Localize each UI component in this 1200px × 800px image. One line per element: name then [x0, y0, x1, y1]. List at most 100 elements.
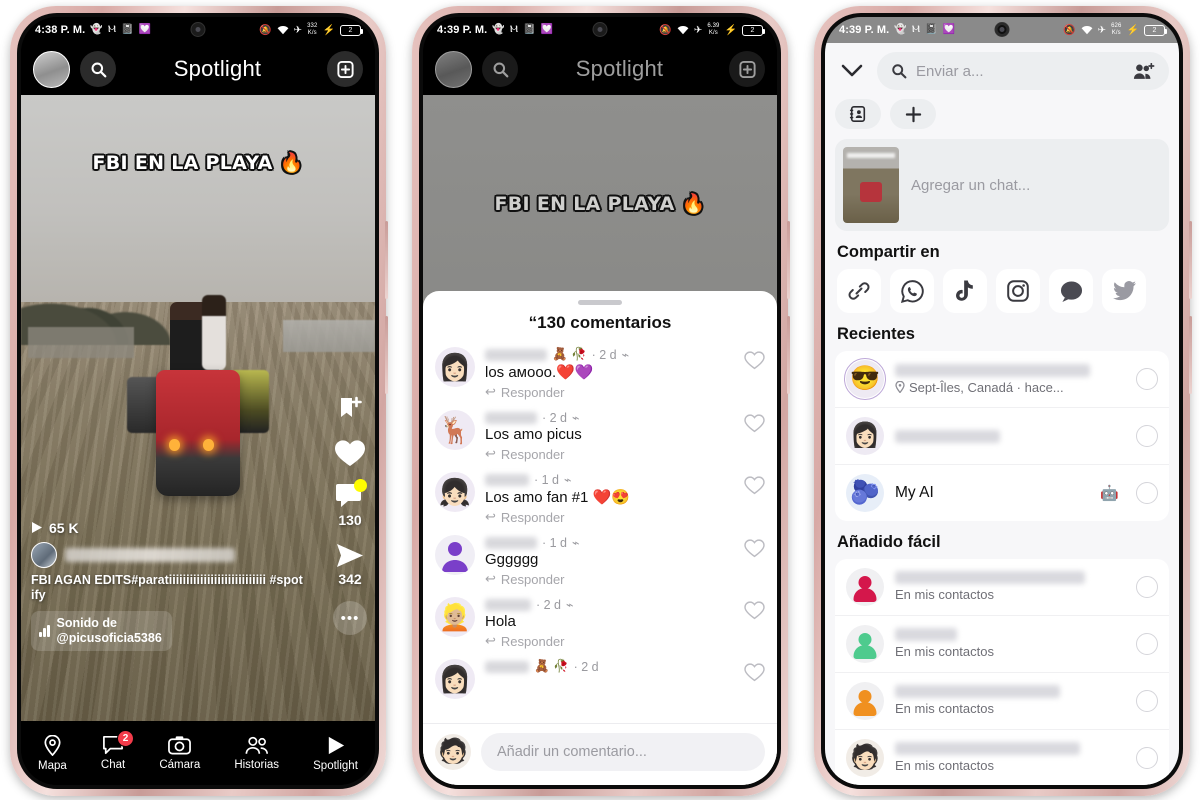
messages-icon[interactable]: [1049, 269, 1093, 313]
list-item[interactable]: 👩🏻 🧸 🥀 · 2 d: [435, 655, 765, 705]
phone2-header: Spotlight: [423, 43, 777, 95]
reply-button[interactable]: ↩ Responder: [485, 446, 734, 462]
spotlight-video[interactable]: FBI EN LA PLAYA 🔥 130 342 ••• 65 K FBI A…: [21, 95, 375, 721]
list-item[interactable]: 👩🏻 🧸 🥀 · 2 d ⌁ los aмooo.❤️💜 ↩ Responder: [435, 343, 765, 406]
avatar: 😎: [844, 358, 886, 400]
like-comment-button[interactable]: [744, 347, 765, 370]
comment-input[interactable]: Añadir un comentario...: [481, 733, 765, 771]
like-comment-button[interactable]: [744, 597, 765, 620]
reply-button[interactable]: ↩ Responder: [485, 633, 734, 649]
list-item[interactable]: 👩🏻: [835, 408, 1169, 465]
like-comment-button[interactable]: [744, 472, 765, 495]
like-button[interactable]: [334, 438, 366, 468]
friend-name-blurred: [895, 429, 1000, 443]
search-icon[interactable]: [80, 51, 116, 87]
sidebar-item-mapa[interactable]: Mapa: [38, 734, 67, 772]
twitter-icon[interactable]: [1102, 269, 1146, 313]
comments-list[interactable]: 👩🏻 🧸 🥀 · 2 d ⌁ los aмooo.❤️💜 ↩Responder: [423, 343, 777, 723]
select-checkbox[interactable]: [1136, 575, 1158, 598]
battery-indicator: 2: [1144, 24, 1167, 36]
contact-card-icon[interactable]: [835, 99, 881, 129]
search-icon[interactable]: [482, 51, 518, 87]
profile-avatar[interactable]: [435, 50, 472, 88]
tab-label: Cámara: [159, 759, 201, 771]
notes-icon: 📓: [523, 24, 536, 35]
sidebar-item-camara[interactable]: Cámara: [159, 735, 200, 771]
friend-status: En mis contactos: [895, 644, 994, 660]
comments-button[interactable]: 130: [335, 479, 367, 528]
chevron-down-icon[interactable]: [835, 64, 869, 78]
like-comment-button[interactable]: [744, 659, 765, 682]
reply-button[interactable]: ↩ Responder: [485, 384, 734, 400]
select-checkbox[interactable]: [1136, 425, 1158, 447]
copy-link-icon[interactable]: [837, 269, 881, 313]
like-comment-button[interactable]: [744, 535, 765, 558]
select-checkbox[interactable]: [1136, 632, 1158, 655]
sound-author: @picusoficia5386: [56, 631, 162, 645]
whatsapp-icon[interactable]: [890, 269, 934, 313]
sound-attribution[interactable]: Sonido de @picusoficia5386: [31, 611, 172, 651]
list-item[interactable]: 🧑🏻 En mis contactos: [835, 730, 1169, 785]
list-item[interactable]: 👧🏻 · 1 d ⌁ Los amo fan #1 ❤️😍 ↩ Responder: [435, 468, 765, 531]
like-comment-button[interactable]: [744, 410, 765, 433]
heart-app-icon: 💟: [942, 24, 956, 35]
reply-arrow-icon: ⌁: [572, 411, 580, 425]
sidebar-item-spotlight[interactable]: Spotlight: [313, 735, 358, 772]
airplane-mode-icon: ✈: [1097, 24, 1107, 36]
add-snap-icon[interactable]: [327, 51, 363, 87]
phone3-front-camera: [994, 22, 1010, 37]
wifi-icon: [677, 25, 689, 35]
reply-button[interactable]: ↩ Responder: [485, 509, 734, 525]
list-item[interactable]: · 1 d ⌁ Gggggg ↩ Responder: [435, 531, 765, 593]
select-checkbox[interactable]: [1136, 368, 1158, 390]
search-icon: [891, 63, 907, 79]
send-to-header: Enviar a...: [825, 43, 1179, 129]
friend-name: My AI: [895, 484, 934, 501]
snapchat-icon: 👻: [894, 24, 907, 35]
reply-button[interactable]: ↩ Responder: [485, 571, 734, 587]
people-icon: [245, 736, 269, 755]
select-checkbox[interactable]: [1136, 689, 1158, 712]
tab-label: Chat: [100, 759, 126, 771]
add-friends-icon[interactable]: [1133, 62, 1155, 80]
list-item[interactable]: 😎 Sept-Îles, Canadá · hace...: [835, 351, 1169, 408]
share-button[interactable]: 342: [334, 542, 366, 587]
list-item[interactable]: En mis contactos: [835, 559, 1169, 616]
phone3-volume-down-button[interactable]: [1189, 316, 1192, 394]
instagram-icon[interactable]: [996, 269, 1040, 313]
list-item[interactable]: 🦌 · 2 d ⌁ Los amo picus ↩ Responder: [435, 406, 765, 468]
search-input[interactable]: Enviar a...: [877, 52, 1169, 90]
video-author[interactable]: [31, 541, 305, 568]
select-checkbox[interactable]: [1136, 482, 1158, 504]
list-item[interactable]: 👱🏼 · 2 d ⌁ Hola ↩ Responder: [435, 593, 765, 655]
add-snap-icon[interactable]: [729, 51, 765, 87]
sheet-grabber[interactable]: [578, 300, 622, 305]
list-item-my-ai[interactable]: 🫐 My AI 🤖: [835, 465, 1169, 521]
add-chat-composer[interactable]: Agregar un chat...: [835, 139, 1169, 231]
wifi-icon: [277, 25, 289, 35]
phone1-volume-up-button[interactable]: [385, 221, 388, 299]
phone1-volume-down-button[interactable]: [385, 316, 388, 394]
phone2-volume-down-button[interactable]: [787, 316, 790, 394]
phone3-volume-up-button[interactable]: [1189, 221, 1192, 299]
charging-icon: ⚡: [724, 24, 737, 36]
camera-icon: [168, 735, 192, 755]
reply-arrow-icon: ↩: [485, 384, 496, 399]
audio-wave-icon: [39, 625, 50, 637]
commenter-name-blurred: [485, 660, 529, 673]
phone2-volume-up-button[interactable]: [787, 221, 790, 299]
avatar: 🦌: [435, 410, 475, 450]
list-item[interactable]: En mis contactos: [835, 616, 1169, 673]
mute-icon: 🔕: [259, 24, 272, 36]
sidebar-item-chat[interactable]: 2 Chat: [100, 730, 135, 771]
more-options-button[interactable]: •••: [333, 601, 367, 635]
tiktok-icon[interactable]: [943, 269, 987, 313]
profile-avatar[interactable]: [33, 50, 70, 88]
select-checkbox[interactable]: [1136, 746, 1158, 769]
list-item[interactable]: En mis contactos: [835, 673, 1169, 730]
plus-icon[interactable]: [890, 99, 936, 129]
save-snap-button[interactable]: [335, 394, 365, 424]
sidebar-item-historias[interactable]: Historias: [234, 736, 279, 771]
network-speed: 332 K/s: [307, 23, 318, 36]
video-passenger: [201, 295, 227, 371]
